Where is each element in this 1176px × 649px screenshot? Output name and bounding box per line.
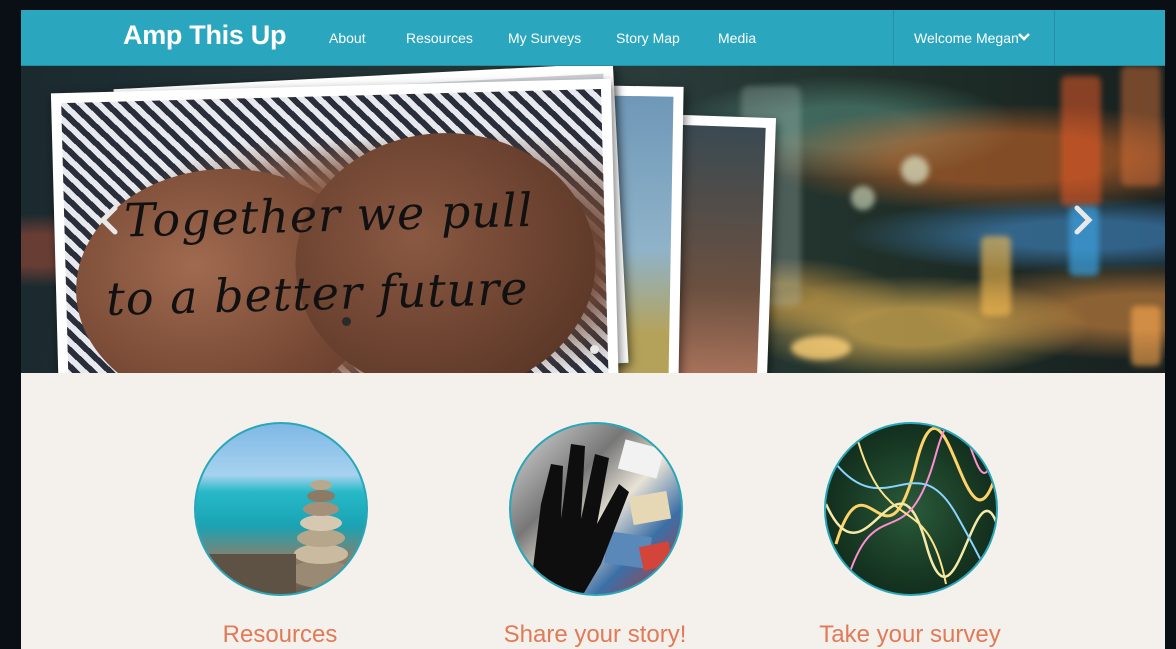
stone-stack-icon bbox=[196, 480, 353, 594]
city-light bbox=[851, 186, 875, 210]
main-slide-photo: Together we pull to a better future bbox=[50, 78, 620, 373]
app-frame: Amp This Up About Resources My Surveys S… bbox=[21, 10, 1165, 649]
resources-image[interactable] bbox=[194, 422, 368, 596]
light-trails-icon bbox=[826, 424, 996, 585]
user-menu-toggle[interactable]: Welcome Megan bbox=[893, 10, 1055, 66]
city-light bbox=[1121, 66, 1161, 186]
fist-right bbox=[292, 129, 599, 373]
nav-media[interactable]: Media bbox=[718, 30, 756, 46]
nav-about[interactable]: About bbox=[329, 30, 366, 46]
city-light bbox=[981, 236, 1011, 316]
take-survey-link[interactable]: Take your survey bbox=[780, 621, 1040, 649]
top-navbar: Amp This Up About Resources My Surveys S… bbox=[21, 10, 1165, 66]
welcome-label: Welcome Megan bbox=[914, 30, 1019, 46]
nav-story-map[interactable]: Story Map bbox=[616, 30, 680, 46]
carousel-next-button[interactable] bbox=[1067, 200, 1097, 240]
nav-my-surveys[interactable]: My Surveys bbox=[508, 30, 581, 46]
city-light bbox=[1131, 306, 1161, 366]
brand-logo[interactable]: Amp This Up bbox=[123, 20, 287, 51]
survey-image[interactable] bbox=[824, 422, 998, 596]
hero-carousel: Together we pull to a better future bbox=[21, 66, 1165, 373]
city-light bbox=[791, 336, 851, 360]
share-story-link[interactable]: Share your story! bbox=[465, 621, 725, 649]
chevron-left-icon bbox=[99, 205, 118, 235]
share-story-image[interactable] bbox=[509, 422, 683, 596]
carousel-prev-button[interactable] bbox=[95, 200, 125, 240]
handwriting-line-1: Together we pull bbox=[123, 182, 534, 248]
nav-resources[interactable]: Resources bbox=[406, 30, 473, 46]
city-light bbox=[1061, 76, 1101, 206]
resources-link[interactable]: Resources bbox=[150, 621, 410, 649]
carousel-indicator[interactable] bbox=[590, 345, 599, 354]
hand-icon bbox=[531, 439, 674, 594]
handwriting-line-2: to a better future bbox=[105, 260, 530, 326]
city-light bbox=[901, 156, 929, 184]
carousel-indicator[interactable] bbox=[342, 317, 351, 326]
chevron-down-icon bbox=[1018, 33, 1030, 41]
chevron-right-icon bbox=[1074, 205, 1093, 235]
